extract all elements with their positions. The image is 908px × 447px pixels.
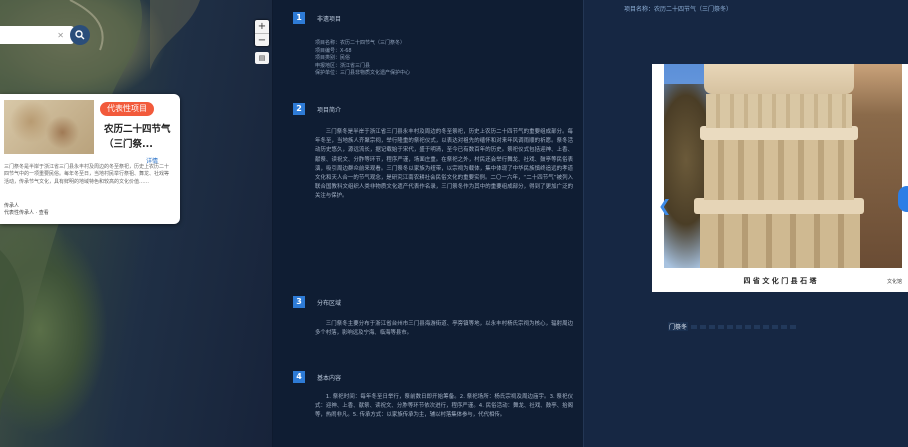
article-panel[interactable]: 1 非遗项目 项目名称：农历二十四节气（三门祭冬） 项目编号：Ⅹ-68 项目类别…	[273, 0, 583, 447]
search-button[interactable]	[70, 25, 90, 45]
zoom-out-button[interactable]: −	[255, 34, 269, 47]
pagoda-part	[700, 214, 860, 268]
thumbnail-dot[interactable]	[700, 324, 707, 329]
search-icon	[75, 30, 85, 40]
thumbnail-dot[interactable]	[763, 324, 770, 329]
content-paragraph: 1. 祭祀时间：每年冬至日举行，祭前数日即开始筹备。2. 祭祀场所：杨氏宗祠及周…	[315, 394, 573, 419]
photo-caption: 四 省 文 化 门 县 石 塔	[743, 277, 817, 285]
section-number: 4	[293, 371, 305, 383]
thumbnail-dot[interactable]	[718, 324, 725, 329]
distribution-paragraph: 三门祭冬主要分布于浙江省台州市三门县海游街道、亭旁镇等地，以永丰村杨氏宗祠为核心…	[315, 321, 573, 337]
zoom-control: + −	[255, 20, 269, 46]
media-panel[interactable]: 项目名称：农历二十四节气（三门祭冬） 四 省 文 化 门 县 石 塔 文化馆 ❮…	[583, 0, 908, 447]
thumbnail-dot[interactable]	[736, 324, 743, 329]
section-heading: 4 基本内容	[293, 371, 341, 383]
pagoda-part	[694, 198, 864, 214]
section-number: 1	[293, 12, 305, 24]
clear-icon[interactable]: ✕	[57, 31, 64, 40]
pagoda-part	[700, 126, 858, 140]
representative-badge: 代表性项目	[100, 102, 154, 116]
pagoda-part	[704, 140, 854, 200]
section-heading: 3 分布区域	[293, 296, 341, 308]
section-heading: 1 非遗项目	[293, 12, 341, 24]
pagoda-part	[706, 94, 852, 128]
popup-meta-line: 传承人	[4, 203, 20, 209]
info-line: 项目类别：民俗	[315, 55, 351, 61]
thumbnail-dot[interactable]	[745, 324, 752, 329]
thumbnail-dot[interactable]	[709, 324, 716, 329]
project-name-label: 项目名称：农历二十四节气（三门祭冬）	[624, 6, 733, 13]
info-line: 保护单位：三门县非物质文化遗产保护中心	[315, 70, 411, 76]
popup-description: 三门祭冬是半岸于浙江省三门县永丰村及周边的冬至祭祀，历史上农历二十四节气中的一项…	[4, 164, 170, 185]
popup-meta: 传承人 代表性传承人 · 查看	[4, 203, 49, 217]
intro-paragraph: 三门祭冬是半岸于浙江省三门县永丰村及周边的冬至祭祀，历史上农历二十四节气的重要组…	[315, 129, 573, 200]
next-slide-button[interactable]	[898, 186, 908, 212]
stone-pagoda-photo[interactable]	[664, 64, 902, 268]
thumbnail-dot[interactable]	[754, 324, 761, 329]
section-title: 非遗项目	[317, 15, 342, 23]
popup-title[interactable]: 农历二十四节气（三门祭...	[104, 122, 174, 152]
prev-slide-icon[interactable]: ❮	[658, 196, 671, 216]
map-popup-card[interactable]: 代表性项目 农历二十四节气（三门祭... 详情 三门祭冬是半岸于浙江省三门县永丰…	[0, 94, 180, 224]
section-heading: 2 项目简介	[293, 103, 341, 115]
thumbnail-strip[interactable]: 门祭冬	[668, 322, 797, 331]
panel-divider	[583, 0, 584, 447]
image-slide[interactable]: 四 省 文 化 门 县 石 塔 文化馆	[652, 64, 908, 292]
section-number: 3	[293, 296, 305, 308]
thumbnail-dot[interactable]	[781, 324, 788, 329]
map-search-input[interactable]	[0, 26, 48, 44]
zoom-in-button[interactable]: +	[255, 20, 269, 34]
section-number: 2	[293, 103, 305, 115]
popup-meta-line[interactable]: 代表性传承人 · 查看	[4, 210, 49, 217]
section-title: 基本内容	[317, 374, 342, 382]
thumbnail-dot[interactable]	[691, 324, 698, 329]
info-line: 项目名称：农历二十四节气（三门祭冬）	[315, 40, 406, 46]
map-panel[interactable]: ✕ + − ▤ 代表性项目 农历二十四节气（三门祭... 详情 三门祭冬是半岸于…	[0, 0, 272, 447]
section-title: 分布区域	[317, 299, 342, 307]
project-info-list: 项目名称：农历二十四节气（三门祭冬） 项目编号：Ⅹ-68 项目类别：民俗 申报地…	[315, 40, 410, 78]
popup-thumbnail[interactable]	[4, 100, 94, 154]
thumbnail-dot[interactable]	[727, 324, 734, 329]
thumbnail-dot[interactable]	[790, 324, 797, 329]
info-line: 申报地区：浙江省三门县	[315, 62, 371, 69]
layers-button[interactable]: ▤	[255, 52, 269, 64]
map-search-box[interactable]: ✕	[0, 26, 74, 44]
info-line: 项目编号：Ⅹ-68	[315, 47, 352, 54]
pagoda-part	[704, 64, 854, 94]
thumbnail-label[interactable]: 门祭冬	[668, 322, 689, 331]
section-title: 项目简介	[317, 106, 342, 114]
photo-credit: 文化馆	[886, 279, 902, 285]
thumbnail-dot[interactable]	[772, 324, 779, 329]
